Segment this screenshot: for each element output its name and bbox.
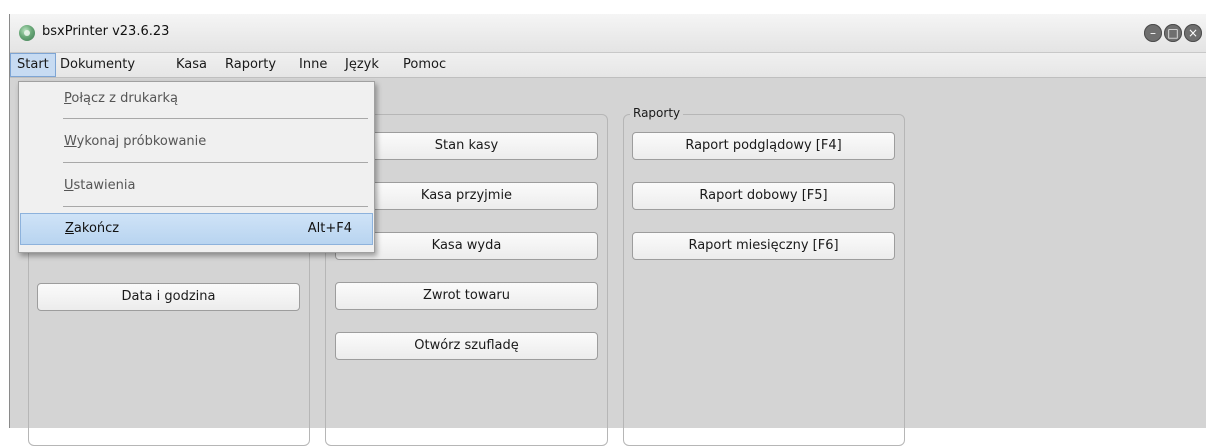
menu-item-label: akończ [73, 221, 120, 236]
otworz-szuflade-button[interactable]: Otwórz szufladę [335, 332, 598, 360]
menu-item-ustawienia[interactable]: Ustawienia [20, 170, 373, 202]
app-icon [19, 25, 35, 41]
raport-miesieczny-button[interactable]: Raport miesięczny [F6] [632, 232, 895, 260]
menu-raporty[interactable]: Raporty [219, 53, 282, 77]
menu-item-shortcut: Alt+F4 [307, 221, 352, 236]
raporty-group: Raporty Raport podglądowy [F4] Raport do… [623, 106, 905, 446]
menu-item-label: ykonaj próbkowanie [76, 134, 207, 149]
menu-item-label: stawienia [73, 178, 136, 193]
menu-start[interactable]: Start [10, 53, 56, 77]
menu-item-label: ołącz z drukarką [71, 91, 179, 106]
menu-separator [63, 206, 368, 207]
menu-item-wykonaj-probkowanie[interactable]: Wykonaj próbkowanie [20, 126, 373, 158]
title-bar: bsxPrinter v23.6.23 – □ × [10, 14, 1206, 53]
minimize-button[interactable]: – [1144, 24, 1162, 42]
window-controls: – □ × [1144, 24, 1202, 42]
menu-item-mnemonic: Z [65, 221, 74, 236]
menu-item-mnemonic: U [64, 178, 74, 193]
menu-dokumenty[interactable]: Dokumenty [54, 53, 141, 77]
menu-pomoc[interactable]: Pomoc [397, 53, 452, 77]
start-dropdown-menu: Połącz z drukarką Wykonaj próbkowanie Us… [18, 81, 375, 253]
raport-dobowy-button[interactable]: Raport dobowy [F5] [632, 182, 895, 210]
menu-bar: Start Dokumenty Kasa Raporty Inne Język … [10, 53, 1206, 78]
menu-jezyk[interactable]: Język [339, 53, 385, 77]
raporty-group-label: Raporty [630, 106, 684, 120]
menu-inne[interactable]: Inne [293, 53, 333, 77]
menu-kasa[interactable]: Kasa [170, 53, 213, 77]
zwrot-towaru-button[interactable]: Zwrot towaru [335, 282, 598, 310]
menu-item-mnemonic: W [64, 134, 77, 149]
data-i-godzina-button[interactable]: Data i godzina [37, 283, 300, 311]
menu-item-polacz-z-drukarka[interactable]: Połącz z drukarką [20, 83, 373, 115]
menu-separator [63, 118, 368, 119]
menu-item-zakoncz[interactable]: Zakończ Alt+F4 [20, 213, 373, 245]
close-button[interactable]: × [1184, 24, 1202, 42]
raport-podgladowy-button[interactable]: Raport podglądowy [F4] [632, 132, 895, 160]
menu-separator [63, 162, 368, 163]
maximize-button[interactable]: □ [1164, 24, 1182, 42]
window-title: bsxPrinter v23.6.23 [42, 24, 170, 39]
